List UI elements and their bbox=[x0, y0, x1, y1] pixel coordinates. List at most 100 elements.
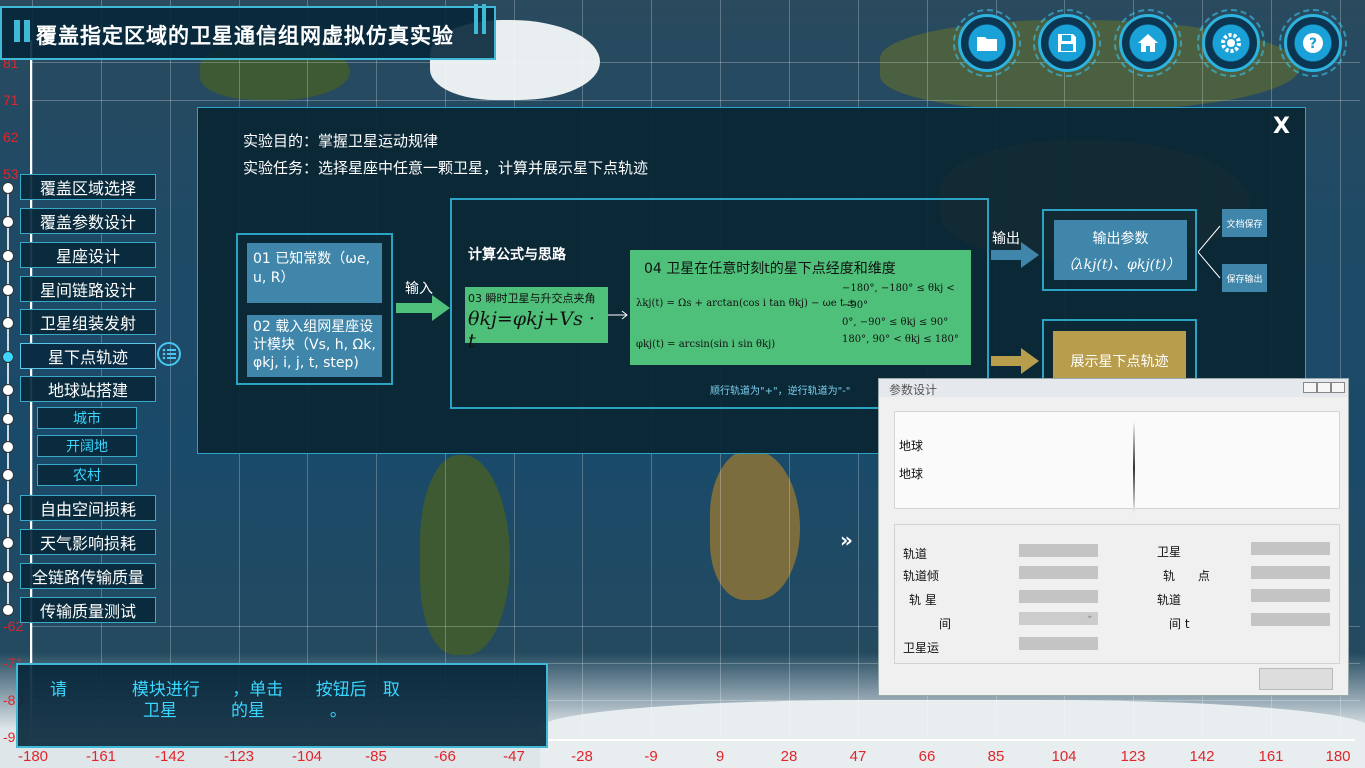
sidebar-item-ground-station[interactable]: 地球站搭建 bbox=[20, 376, 156, 402]
sidebar-item-free-space-loss[interactable]: 自由空间损耗 bbox=[20, 495, 156, 521]
step-dot bbox=[2, 284, 14, 296]
x-tick: -180 bbox=[17, 748, 49, 765]
param-input[interactable] bbox=[1251, 589, 1330, 602]
output-params-box: 输出参数 （λkj(t)、φkj(t)） bbox=[1054, 220, 1187, 280]
experiment-purpose: 实验目的：掌握卫星运动规律 bbox=[243, 132, 439, 150]
known-constants: 01 已知常数（ωe, u, R） bbox=[247, 243, 382, 303]
sidebar-item-label: 自由空间损耗 bbox=[39, 500, 136, 519]
home-icon[interactable] bbox=[1114, 9, 1182, 77]
title-deco bbox=[14, 20, 20, 42]
param-input[interactable] bbox=[1019, 590, 1098, 603]
orbit-direction-note: 顺行轨道为"+"，逆行轨道为"-" bbox=[710, 386, 851, 397]
param-label: 间 t bbox=[1169, 617, 1190, 631]
grid-line bbox=[101, 0, 102, 740]
help-icon[interactable]: ? bbox=[1279, 9, 1347, 77]
param-input[interactable] bbox=[1251, 613, 1330, 626]
param-input[interactable] bbox=[1019, 637, 1098, 650]
param-select[interactable]: ⌄ bbox=[1019, 610, 1098, 625]
app-title: 覆盖指定区域的卫星通信组网虚拟仿真实验 bbox=[36, 24, 454, 48]
sidebar-item-isl-design[interactable]: 星间链路设计 bbox=[20, 276, 156, 302]
param-label: 卫星 bbox=[1157, 545, 1182, 559]
y-tick: -9 bbox=[3, 729, 16, 745]
doc-save-button[interactable]: 文档保存 bbox=[1222, 209, 1267, 237]
sidebar-item-link-quality[interactable]: 全链路传输质量 bbox=[20, 563, 156, 589]
input-arrow-icon bbox=[396, 295, 450, 321]
x-tick: -9 bbox=[644, 748, 658, 765]
param-input[interactable] bbox=[1019, 566, 1098, 579]
x-tick: 161 bbox=[1258, 748, 1284, 765]
step-dot bbox=[2, 604, 14, 616]
load-constellation: 02 载入组网星座设计模块（Vs, h, Ωk, φkj, i, j, t, s… bbox=[247, 315, 382, 377]
inputs-group: 01 已知常数（ωe, u, R） 02 载入组网星座设计模块（Vs, h, Ω… bbox=[236, 233, 393, 385]
sidebar-item-weather-loss[interactable]: 天气影响损耗 bbox=[20, 529, 156, 555]
x-tick: 66 bbox=[918, 748, 936, 765]
close-window-button[interactable] bbox=[1331, 382, 1345, 393]
dialog-ok-button[interactable] bbox=[1259, 668, 1333, 690]
step-dot bbox=[2, 250, 14, 262]
app-title-bar: 覆盖指定区域的卫星通信组网虚拟仿真实验 bbox=[0, 4, 496, 60]
x-tick: -66 bbox=[434, 748, 456, 765]
close-button[interactable]: X bbox=[1273, 114, 1290, 139]
sidebar-item-coverage-area[interactable]: 覆盖区域选择 bbox=[20, 174, 156, 200]
dialog-title: 参数设计 bbox=[889, 383, 938, 397]
x-tick: 28 bbox=[780, 748, 798, 765]
sidebar-item-label: 覆盖区域选择 bbox=[39, 179, 136, 198]
parameter-dialog: 参数设计 地球 地球 轨道 轨道倾 轨 星 间 ⌄ 卫星运 卫星 轨 点 轨道 … bbox=[878, 378, 1349, 696]
hint-line-2: 卫星 的星 。 bbox=[143, 701, 347, 721]
sidebar-item-open-area[interactable]: 开阔地 bbox=[37, 435, 137, 457]
sidebar-item-quality-test[interactable]: 传输质量测试 bbox=[20, 597, 156, 623]
sidebar-item-label: 全链路传输质量 bbox=[31, 568, 144, 587]
step-dot bbox=[2, 571, 14, 583]
grid-line bbox=[32, 0, 33, 740]
y-tick: 71 bbox=[3, 92, 19, 108]
param-label: 卫星运 bbox=[903, 641, 940, 655]
title-deco bbox=[24, 20, 30, 42]
step03-formula: θkj=φkj+Vs · t bbox=[468, 308, 595, 352]
sidebar-item-city[interactable]: 城市 bbox=[37, 407, 137, 429]
gear-icon[interactable] bbox=[1197, 9, 1265, 77]
chevron-right-icon[interactable]: » bbox=[840, 528, 853, 552]
folder-icon[interactable] bbox=[953, 9, 1021, 77]
sidebar-item-label: 城市 bbox=[73, 411, 101, 427]
sidebar-item-label: 传输质量测试 bbox=[39, 602, 136, 621]
sidebar-item-rural[interactable]: 农村 bbox=[37, 464, 137, 486]
x-tick: 104 bbox=[1051, 748, 1077, 765]
sidebar-item-label: 覆盖参数设计 bbox=[39, 213, 136, 232]
param-input[interactable] bbox=[1019, 544, 1098, 557]
output-params-title: 输出参数 bbox=[1092, 231, 1149, 247]
x-tick: 47 bbox=[849, 748, 867, 765]
output-arrow-icon bbox=[991, 242, 1039, 268]
param-input[interactable] bbox=[1251, 566, 1330, 579]
param-label: 轨 点 bbox=[1163, 569, 1210, 583]
step-dot bbox=[2, 537, 14, 549]
formula-lambda: λkj(t) = Ωs + arctan(cos i tan θkj) − ωe… bbox=[636, 298, 856, 309]
minimize-button[interactable] bbox=[1303, 382, 1317, 393]
x-tick: -47 bbox=[503, 748, 525, 765]
step-dot bbox=[2, 413, 14, 425]
chevron-down-icon: ⌄ bbox=[1085, 610, 1094, 621]
output-group: 输出参数 （λkj(t)、φkj(t)） bbox=[1042, 209, 1197, 291]
sidebar-item-launch[interactable]: 卫星组装发射 bbox=[20, 309, 156, 335]
arrow-icon bbox=[608, 310, 628, 320]
list-menu-icon[interactable] bbox=[157, 342, 181, 366]
param-label: 轨道 bbox=[903, 547, 928, 561]
grid-line bbox=[170, 0, 171, 740]
param-label: 轨 星 bbox=[909, 593, 937, 607]
save-icon[interactable] bbox=[1033, 9, 1101, 77]
sidebar-item-constellation[interactable]: 星座设计 bbox=[20, 242, 156, 268]
sidebar-item-ground-track[interactable]: 星下点轨迹 bbox=[20, 343, 156, 369]
maximize-button[interactable] bbox=[1317, 382, 1331, 393]
x-tick: -28 bbox=[571, 748, 593, 765]
show-arrow-icon bbox=[991, 348, 1039, 374]
step04-box: 04 卫星在任意时刻t的星下点经度和维度 λkj(t) = Ωs + arcta… bbox=[630, 250, 971, 365]
param-input[interactable] bbox=[1251, 542, 1330, 555]
save-output-button[interactable]: 保存输出 bbox=[1222, 264, 1267, 292]
param-label: 轨道倾 bbox=[903, 569, 940, 583]
x-tick: 123 bbox=[1120, 748, 1146, 765]
sidebar-item-coverage-params[interactable]: 覆盖参数设计 bbox=[20, 208, 156, 234]
formula-phi: φkj(t) = arcsin(sin i sin θkj) bbox=[636, 339, 776, 350]
sidebar-item-label: 星座设计 bbox=[55, 247, 120, 266]
x-tick: 9 bbox=[715, 748, 725, 765]
sidebar-item-label: 卫星组装发射 bbox=[39, 314, 136, 333]
hint-panel: 请 模块进行 ，单击 按钮后 取 卫星 的星 。 bbox=[16, 663, 548, 748]
